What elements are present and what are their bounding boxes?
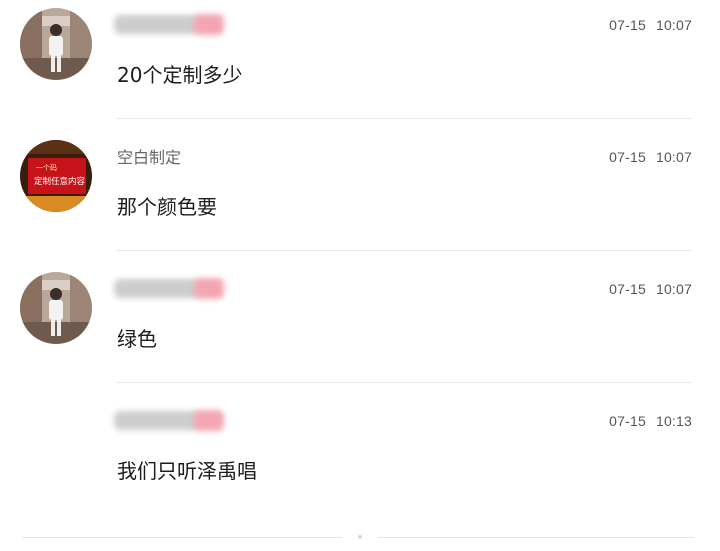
comment-date: 07-15 (609, 413, 646, 429)
footer-divider-right (378, 537, 694, 538)
comment-time: 10:07 (655, 281, 692, 297)
shop-avatar[interactable]: 一个码 定制任意内容 (20, 140, 92, 212)
avatar-banner-top: 一个码 (36, 164, 57, 172)
comment-text: 我们只听泽禹唱 (117, 459, 257, 483)
user-photo-icon (20, 8, 92, 80)
comment-timestamp: 07-15 10:07 (609, 149, 692, 165)
comment-timestamp: 07-15 10:07 (609, 17, 692, 33)
comment-time: 10:07 (655, 149, 692, 165)
blurred-username (114, 408, 230, 434)
blurred-username (114, 12, 230, 38)
divider (116, 250, 692, 251)
divider (116, 382, 692, 383)
comment-date: 07-15 (609, 17, 646, 33)
comment-author[interactable]: 空白制定 (117, 144, 181, 168)
comment-text: 那个颜色要 (117, 195, 217, 219)
comment-item: 一个码 定制任意内容 空白制定 07-15 10:07 那个颜色要 (0, 132, 720, 264)
blurred-username (114, 276, 230, 302)
comment-item: 07-15 10:07 绿色 (0, 264, 720, 396)
footer-divider-left (22, 537, 342, 538)
red-banner-avatar-icon: 一个码 定制任意内容 (20, 140, 92, 212)
comment-time: 10:13 (655, 413, 692, 429)
divider (116, 118, 692, 119)
user-photo-icon (20, 272, 92, 344)
comment-time: 10:07 (655, 17, 692, 33)
user-avatar[interactable] (20, 272, 92, 344)
comment-item: 07-15 10:07 20个定制多少 (0, 0, 720, 132)
comment-text: 绿色 (117, 327, 157, 351)
comment-timestamp: 07-15 10:13 (609, 413, 692, 429)
footer-dot (358, 535, 362, 539)
comment-date: 07-15 (609, 281, 646, 297)
comment-date: 07-15 (609, 149, 646, 165)
comment-timestamp: 07-15 10:07 (609, 281, 692, 297)
comment-text: 20个定制多少 (117, 63, 243, 87)
avatar-banner-main: 定制任意内容 (34, 176, 86, 187)
comment-item: 07-15 10:13 我们只听泽禹唱 (0, 396, 720, 528)
user-avatar[interactable] (20, 8, 92, 80)
